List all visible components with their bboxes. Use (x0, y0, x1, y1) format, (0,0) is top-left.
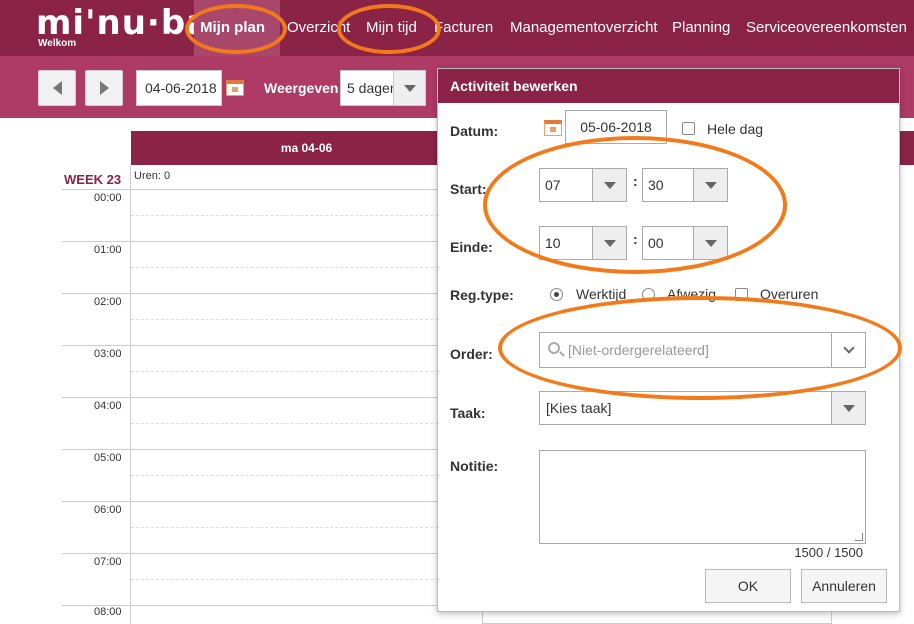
hour-label: 05:00 (94, 452, 122, 464)
chevron-down-icon[interactable] (592, 169, 626, 201)
next-button[interactable] (85, 70, 123, 106)
start-minute-value: 30 (648, 177, 664, 193)
hour-line (62, 189, 438, 190)
overuren-checkbox[interactable] (735, 288, 748, 301)
allday-checkbox[interactable] (682, 122, 695, 135)
resize-handle-icon[interactable] (855, 533, 863, 541)
calendar-icon[interactable] (544, 120, 562, 136)
triangle-left-icon (52, 81, 62, 95)
activity-date-input[interactable]: 05-06-2018 (565, 110, 667, 144)
nav-planning[interactable]: Planning (666, 0, 736, 56)
nav-managementoverzicht[interactable]: Managementoverzicht (504, 0, 664, 56)
cancel-button[interactable]: Annuleren (801, 569, 887, 603)
task-label: Taak: (450, 405, 486, 421)
hour-label: 00:00 (94, 192, 122, 204)
hour-line (62, 553, 438, 554)
ok-button[interactable]: OK (705, 569, 791, 603)
regtype-werktijd-radio[interactable] (550, 288, 563, 301)
nav-serviceovereenkomsten[interactable]: Serviceovereenkomsten (740, 0, 913, 56)
time-separator: : (633, 231, 638, 247)
end-label: Einde: (450, 239, 493, 255)
end-minute-value: 00 (648, 235, 664, 251)
minuba-logo[interactable]: mi'nu·ba (36, 4, 210, 42)
start-minute-stepper[interactable]: 30 (642, 168, 728, 202)
hour-line (62, 397, 438, 398)
end-hour-stepper[interactable]: 10 (539, 226, 627, 260)
time-separator: : (633, 173, 638, 189)
previous-button[interactable] (38, 70, 76, 106)
nav-overzicht[interactable]: Overzicht (281, 0, 356, 56)
date-label: Datum: (450, 123, 499, 139)
chevron-down-icon[interactable] (831, 392, 865, 424)
view-label: Weergeven (264, 80, 339, 96)
calendar-icon[interactable] (226, 80, 244, 96)
start-hour-value: 07 (545, 177, 561, 193)
chevron-down-icon[interactable] (831, 333, 865, 367)
hour-label: 06:00 (94, 504, 122, 516)
top-navigation: mi'nu·ba Welkom Mijn plan Overzicht Mijn… (0, 0, 914, 56)
grid-border (130, 165, 131, 624)
hour-label: 04:00 (94, 400, 122, 412)
half-hour-line (131, 527, 438, 528)
end-minute-stepper[interactable]: 00 (642, 226, 728, 260)
note-character-counter: 1500 / 1500 (794, 545, 863, 560)
half-hour-line (131, 475, 438, 476)
hour-label: 01:00 (94, 244, 122, 256)
hour-line (62, 293, 438, 294)
view-select[interactable]: 5 dagen (340, 70, 426, 106)
half-hour-line (131, 215, 438, 216)
week-label: WEEK 23 (64, 172, 122, 187)
view-select-value: 5 dagen (347, 80, 398, 96)
logo-subtitle: Welkom (38, 38, 77, 49)
regtype-afwezig-label: Afwezig (667, 286, 717, 302)
nav-mijn-plan[interactable]: Mijn plan (194, 0, 280, 56)
half-hour-line (131, 579, 438, 580)
half-hour-line (131, 267, 438, 268)
order-search-input[interactable]: [Niet-ordergerelateerd] (539, 332, 866, 368)
order-placeholder: [Niet-ordergerelateerd] (568, 342, 709, 358)
hour-label: 03:00 (94, 348, 122, 360)
note-textarea[interactable] (539, 450, 866, 544)
edit-activity-dialog: Activiteit bewerken Datum: 05-06-2018 He… (437, 68, 900, 612)
hour-line (62, 501, 438, 502)
start-label: Start: (450, 181, 487, 197)
task-select[interactable]: [Kies taak] (539, 391, 866, 425)
half-hour-line (131, 423, 438, 424)
end-hour-value: 10 (545, 235, 561, 251)
hour-line (62, 345, 438, 346)
chevron-down-icon[interactable] (693, 169, 727, 201)
hours-total: Uren: 0 (134, 170, 171, 182)
half-hour-line (131, 319, 438, 320)
nav-facturen[interactable]: Facturen (428, 0, 499, 56)
nav-mijn-tijd[interactable]: Mijn tijd (360, 0, 423, 56)
note-label: Notitie: (450, 458, 499, 474)
hour-label: 02:00 (94, 296, 122, 308)
start-hour-stepper[interactable]: 07 (539, 168, 627, 202)
task-select-value: [Kies taak] (546, 400, 612, 416)
regtype-werktijd-label: Werktijd (576, 286, 627, 302)
regtype-label: Reg.type: (450, 287, 514, 303)
triangle-right-icon (99, 81, 109, 95)
dialog-title: Activiteit bewerken (438, 69, 899, 103)
overuren-label: Overuren (760, 286, 819, 302)
allday-label: Hele dag (707, 121, 764, 137)
hour-label: 08:00 (94, 606, 122, 618)
search-icon-handle (559, 351, 565, 357)
hour-line (62, 449, 438, 450)
regtype-afwezig-radio[interactable] (642, 288, 655, 301)
chevron-down-icon[interactable] (592, 227, 626, 259)
day-header: ma 04-06 (131, 131, 482, 165)
hour-line (62, 241, 438, 242)
chevron-down-icon[interactable] (693, 227, 727, 259)
half-hour-line (131, 371, 438, 372)
date-input[interactable]: 04-06-2018 (136, 70, 222, 106)
hour-label: 07:00 (94, 556, 122, 568)
order-label: Order: (450, 346, 493, 362)
chevron-down-icon[interactable] (393, 71, 425, 105)
